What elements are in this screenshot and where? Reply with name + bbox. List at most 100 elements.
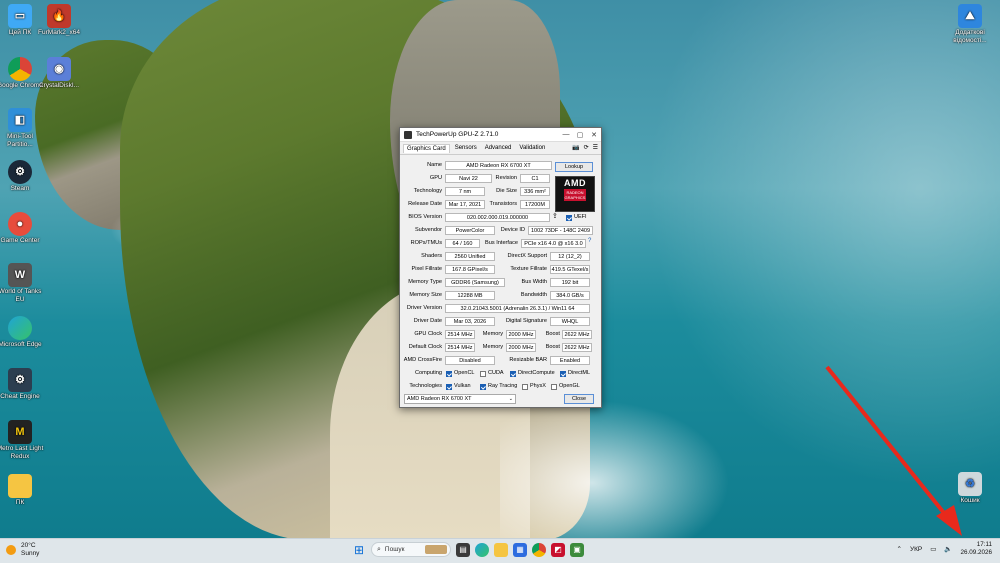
amd-radeon-logo: AMD RADEON GRAPHICS — [555, 176, 595, 212]
field-pixel-fillrate: 167.8 GPixel/s — [445, 265, 495, 274]
file-explorer-icon[interactable] — [494, 542, 508, 557]
taskbar-search[interactable]: ⌕ Пошук — [371, 542, 451, 557]
menu-icon[interactable]: ☰ — [593, 144, 598, 151]
field-memory-size: 12288 MB — [445, 291, 495, 300]
field-transistors: 17200M — [520, 200, 550, 209]
field-bandwidth: 384.0 GB/s — [550, 291, 590, 300]
checkbox-label: OpenCL — [454, 370, 475, 376]
edge-icon[interactable] — [475, 542, 489, 557]
system-tray: ⌃ УКР ▭ 🔈 17:11 26.09.2026 — [897, 541, 992, 557]
checkbox-ray-tracing[interactable]: Ray Tracing — [480, 382, 517, 391]
refresh-icon[interactable]: ⟳ — [584, 144, 589, 151]
label-memory-size: Memory Size — [409, 292, 442, 298]
gpuz-taskbar-icon[interactable]: ▣ — [570, 542, 584, 557]
amd-software-icon[interactable]: ◩ — [551, 542, 565, 557]
label-driver-version: Driver Version — [406, 305, 442, 311]
tab-validation[interactable]: Validation — [516, 144, 548, 152]
field-name: AMD Radeon RX 6700 XT — [445, 161, 552, 170]
close-icon[interactable]: ✕ — [587, 131, 601, 139]
language-indicator[interactable]: УКР — [910, 546, 922, 553]
gpuz-title: TechPowerUp GPU-Z 2.71.0 — [416, 131, 499, 138]
label-transistors: Transistors — [489, 201, 517, 207]
clock[interactable]: 17:11 26.09.2026 — [960, 541, 992, 557]
checkbox-icon — [480, 370, 486, 377]
chevron-up-icon[interactable]: ⌃ — [897, 545, 902, 553]
search-placeholder: Пошук — [384, 546, 405, 553]
label-pixel-fillrate: Pixel Fillrate — [411, 266, 442, 272]
label-rops-tmus: ROPs/TMUs — [410, 240, 442, 246]
label-directx: DirectX Support — [507, 253, 547, 259]
field-bus-interface: PCIe x16 4.0 @ x16 3.0 — [521, 239, 586, 248]
field-device-id: 1002 73DF - 148C 2409 — [528, 226, 593, 235]
uefi-label: UEFI — [574, 214, 587, 220]
label-shaders: Shaders — [421, 253, 442, 259]
search-highlight-image — [425, 545, 447, 554]
checkbox-vulkan[interactable]: Vulkan — [446, 382, 471, 391]
checkbox-directml[interactable]: DirectML — [560, 369, 590, 378]
uefi-checkbox[interactable]: UEFI — [566, 213, 587, 222]
share-icon[interactable]: ⇪ — [552, 212, 558, 220]
network-icon[interactable]: ▭ — [930, 545, 936, 553]
field-revision: C1 — [520, 174, 550, 183]
tab-sensors[interactable]: Sensors — [452, 144, 480, 152]
chrome-icon[interactable] — [532, 542, 546, 557]
checkbox-opencl[interactable]: OpenCL — [446, 369, 475, 378]
checkbox-directcompute[interactable]: DirectCompute — [510, 369, 555, 378]
field-boost-clock: 2622 MHz — [562, 330, 592, 339]
weather-widget[interactable]: 20°C Sunny — [6, 542, 39, 558]
label-crossfire: AMD CrossFire — [403, 357, 442, 363]
label-computing: Computing — [414, 370, 442, 376]
close-button[interactable]: Close — [564, 394, 594, 404]
label-boost-clock: Boost — [545, 331, 560, 337]
gpuz-titlebar[interactable]: TechPowerUp GPU-Z 2.71.0 — ▢ ✕ — [400, 128, 601, 142]
label-bios-version: BIOS Version — [408, 214, 442, 220]
label-memory-type: Memory Type — [408, 279, 442, 285]
checkbox-icon — [560, 370, 566, 377]
card-select[interactable]: AMD Radeon RX 6700 XT ⌄ — [404, 394, 516, 404]
checkbox-icon — [566, 214, 572, 221]
field-bus-width: 192 bit — [550, 278, 590, 287]
checkbox-cuda[interactable]: CUDA — [480, 369, 504, 378]
checkbox-icon — [446, 370, 452, 377]
field-default-memory: 2000 MHz — [506, 343, 536, 352]
label-resizable-bar: Resizable BAR — [509, 357, 547, 363]
card-select-value: AMD Radeon RX 6700 XT — [407, 396, 472, 402]
label-gpu: GPU — [429, 175, 442, 181]
field-gpu: Navi 22 — [445, 174, 492, 183]
lookup-button[interactable]: Lookup — [555, 162, 593, 172]
label-gpu-clock: GPU Clock — [414, 331, 442, 337]
label-default-boost: Boost — [545, 344, 560, 350]
field-technology: 7 nm — [445, 187, 485, 196]
tab-graphics-card[interactable]: Graphics Card — [403, 143, 450, 153]
help-icon[interactable]: ? — [588, 238, 591, 244]
maximize-icon[interactable]: ▢ — [573, 131, 587, 139]
field-memory-clock: 2000 MHz — [506, 330, 536, 339]
task-view-icon[interactable]: ▤ — [456, 542, 470, 557]
microsoft-store-icon[interactable]: ▦ — [513, 542, 527, 557]
checkbox-icon — [480, 383, 486, 390]
checkbox-opengl[interactable]: OpenGL — [551, 382, 580, 391]
field-directx: 12 (12_2) — [550, 252, 590, 261]
minimize-icon[interactable]: — — [559, 131, 573, 138]
gpuz-tabs: Graphics Card Sensors Advanced Validatio… — [400, 142, 601, 155]
label-digital-signature: Digital Signature — [505, 318, 547, 324]
label-revision: Revision — [495, 175, 517, 181]
field-gpu-clock: 2514 MHz — [445, 330, 475, 339]
label-default-memory: Memory — [482, 344, 503, 350]
checkbox-icon — [551, 383, 557, 390]
checkbox-label: Vulkan — [454, 383, 471, 389]
camera-icon[interactable]: 📷 — [572, 144, 579, 151]
taskbar-apps: ⊞ ⌕ Пошук ▤ ▦ ◩ ▣ — [352, 542, 584, 557]
start-button[interactable]: ⊞ — [352, 543, 366, 557]
checkbox-label: CUDA — [488, 370, 504, 376]
gpuz-graphics-card-panel: Name AMD Radeon RX 6700 XT Lookup GPU Na… — [400, 155, 601, 393]
volume-icon[interactable]: 🔈 — [944, 545, 952, 553]
checkbox-physx[interactable]: PhysX — [522, 382, 546, 391]
field-default-boost: 2622 MHz — [562, 343, 592, 352]
clock-date: 26.09.2026 — [960, 549, 992, 556]
field-default-clock: 2514 MHz — [445, 343, 475, 352]
field-bios-version: 020.002.000.019.000000 — [445, 213, 550, 222]
field-die-size: 336 mm² — [520, 187, 550, 196]
tab-advanced[interactable]: Advanced — [482, 144, 515, 152]
gpuz-window[interactable]: TechPowerUp GPU-Z 2.71.0 — ▢ ✕ Graphics … — [399, 127, 602, 408]
